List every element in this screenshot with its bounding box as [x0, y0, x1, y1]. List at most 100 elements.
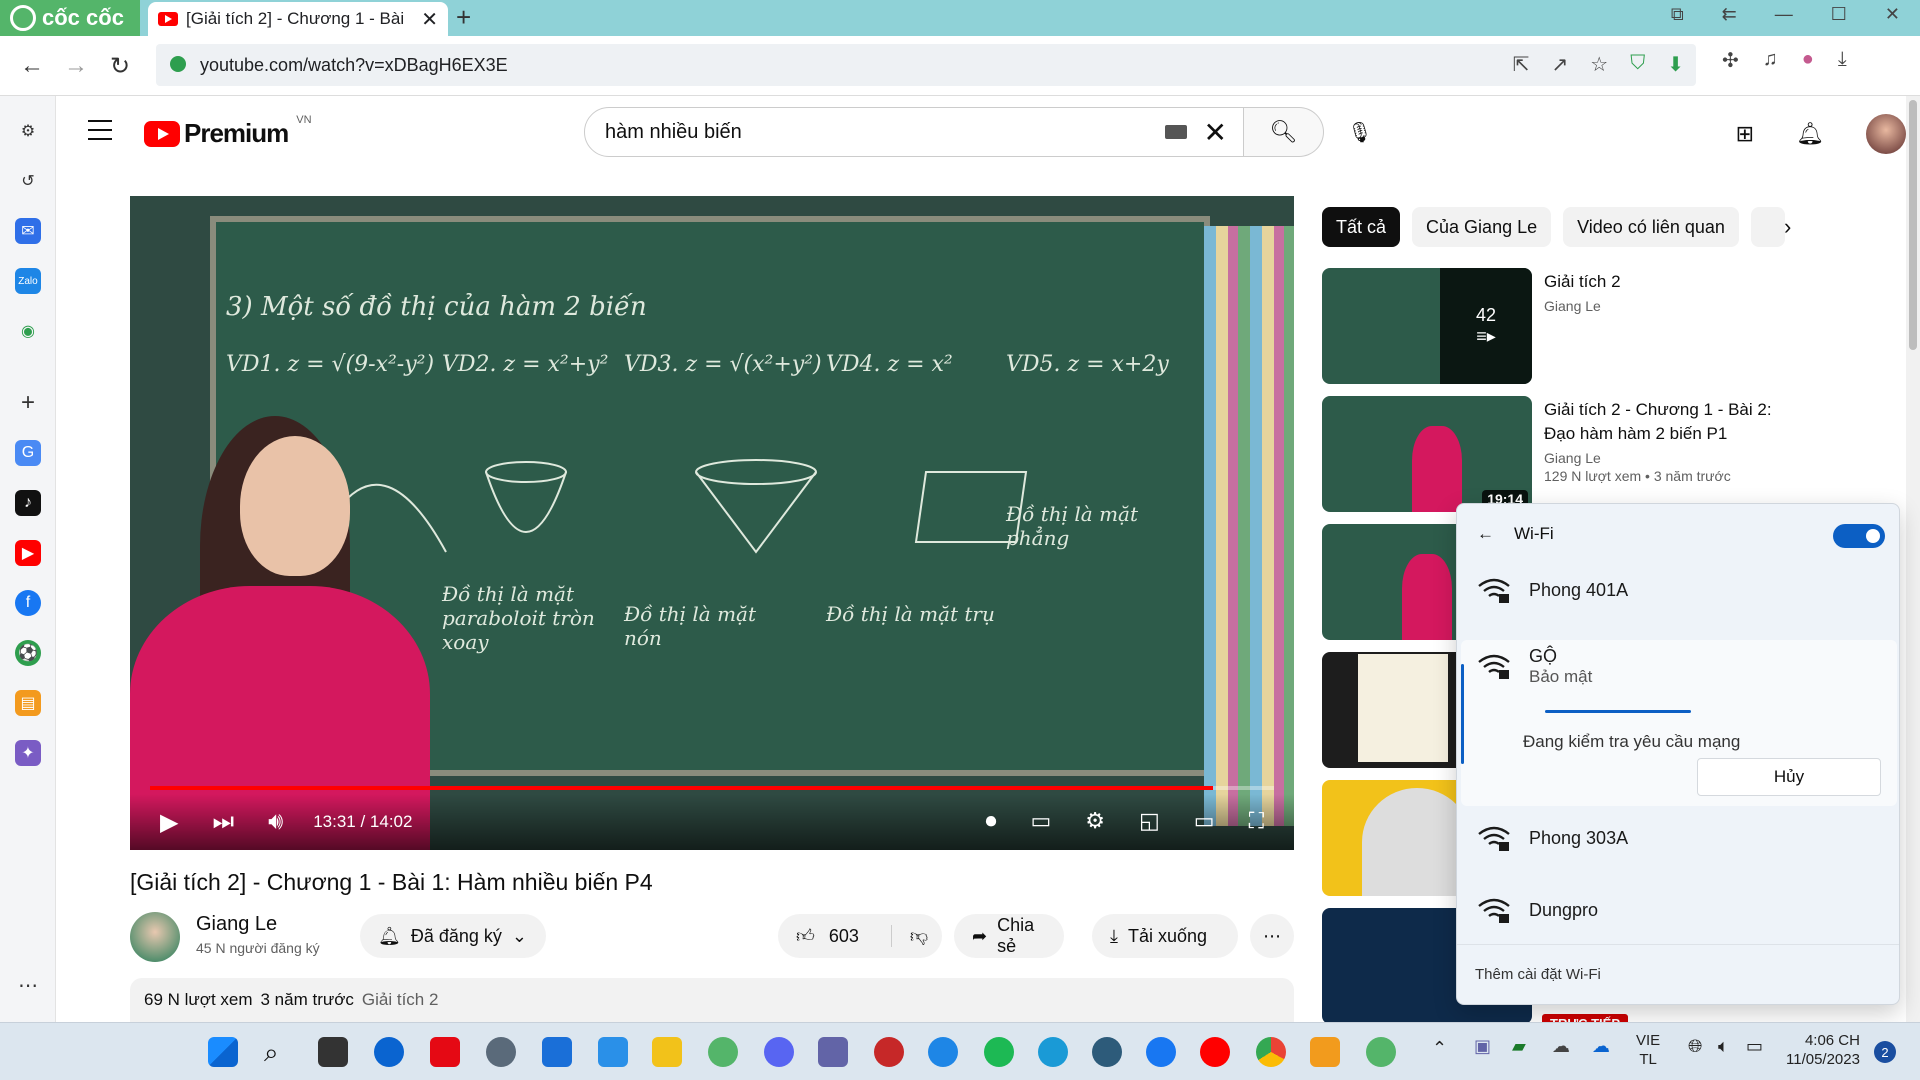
game-app-icon[interactable]: ✦ — [15, 740, 41, 766]
close-window-icon[interactable]: ✕ — [1885, 4, 1900, 25]
page-scrollbar[interactable] — [1906, 96, 1920, 1022]
scrollbar-thumb[interactable] — [1909, 100, 1917, 350]
facebook-taskbar-icon[interactable] — [1146, 1037, 1176, 1067]
recommendation-channel[interactable]: Giang Le — [1544, 450, 1804, 466]
recommendation-thumbnail[interactable]: 42 ≡▸ — [1322, 268, 1532, 384]
recommendation-title[interactable]: Giải tích 2 — [1544, 270, 1804, 294]
clear-search-icon[interactable]: ✕ — [1204, 116, 1227, 149]
chips-next-chevron-icon[interactable]: › — [1784, 214, 1791, 240]
secure-site-icon[interactable] — [170, 56, 186, 72]
channel-avatar[interactable] — [130, 912, 180, 962]
sublime-icon[interactable] — [1310, 1037, 1340, 1067]
subscribed-button[interactable]: 🔔︎ Đã đăng ký ⌄ — [360, 914, 546, 958]
start-windows-icon[interactable] — [208, 1037, 238, 1067]
cloud-tray-icon[interactable]: ☁ — [1552, 1037, 1570, 1056]
show-hidden-icons-chevron-icon[interactable]: ⌃ — [1432, 1039, 1447, 1058]
music-list-icon[interactable]: ♫ — [1763, 48, 1778, 73]
description-box[interactable]: 69 N lượt xem 3 năm trước Giải tích 2 — [130, 978, 1294, 1022]
autoplay-toggle-icon[interactable]: ⏺ — [985, 808, 996, 834]
game-controller-icon[interactable]: ◉ — [15, 318, 41, 344]
profile-avatar-icon[interactable]: ● — [1802, 48, 1814, 73]
playlist-tag[interactable]: Giải tích 2 — [362, 990, 439, 1010]
more-apps-icon[interactable]: ⋯ — [15, 972, 41, 998]
onedrive-icon[interactable] — [374, 1037, 404, 1067]
coccoc-menu-button[interactable]: cốc cốc — [0, 0, 140, 36]
more-wifi-settings-link[interactable]: Thêm cài đặt Wi-Fi — [1457, 944, 1899, 1004]
spotify-icon[interactable] — [984, 1037, 1014, 1067]
search-input[interactable]: hàm nhiều biến ✕ — [584, 107, 1244, 157]
save-video-icon[interactable]: ⬇ — [1667, 52, 1684, 77]
wifi-network-item[interactable]: Dungpro — [1477, 896, 1598, 924]
dislike-button[interactable]: 👎︎ — [890, 925, 928, 947]
devcpp-icon[interactable] — [874, 1037, 904, 1067]
football-icon[interactable]: ⚽ — [15, 640, 41, 666]
zalo-taskbar-icon[interactable] — [928, 1037, 958, 1067]
teams-icon[interactable] — [818, 1037, 848, 1067]
settings-taskbar-icon[interactable] — [486, 1037, 516, 1067]
chip-related[interactable]: Video có liên quan — [1563, 207, 1739, 247]
downloads-icon[interactable]: ⤓ — [1838, 48, 1847, 73]
search-button[interactable]: 🔍︎ — [1244, 107, 1324, 157]
photos-icon[interactable] — [598, 1037, 628, 1067]
miniplayer-icon[interactable]: ◱ — [1139, 808, 1160, 834]
back-history-icon[interactable]: ⇇ — [1722, 4, 1737, 25]
notification-badge[interactable]: 2 — [1874, 1041, 1896, 1063]
browser-tab[interactable]: [Giải tích 2] - Chương 1 - Bài ✕ — [148, 2, 448, 36]
account-avatar[interactable] — [1866, 114, 1906, 154]
play-icon[interactable]: ▶ — [160, 808, 178, 837]
address-bar[interactable]: youtube.com/watch?v=xDBagH6EX3E ⇱ ↗ ☆ ⛉ … — [156, 44, 1696, 86]
recommendation-thumbnail[interactable]: 19:14 — [1322, 396, 1532, 512]
tiktok-icon[interactable]: ♪ — [15, 490, 41, 516]
share-icon[interactable]: ↗ — [1552, 52, 1569, 77]
battery-icon[interactable]: ▭ — [1746, 1037, 1763, 1056]
next-video-icon[interactable]: ⏭ — [212, 808, 234, 836]
channel-name[interactable]: Giang Le — [196, 913, 277, 936]
like-button[interactable]: 👍︎ — [796, 925, 815, 947]
teams-tray-icon[interactable]: ▣ — [1474, 1037, 1491, 1056]
coccoc-active-icon[interactable] — [1366, 1037, 1396, 1067]
create-video-icon[interactable]: ⊞ — [1736, 121, 1754, 147]
wifi-toggle[interactable] — [1833, 524, 1885, 548]
netflix-icon[interactable] — [430, 1037, 460, 1067]
store-icon[interactable] — [542, 1037, 572, 1067]
volume-icon[interactable]: 🔊︎ — [268, 808, 283, 836]
youtube-premium-logo[interactable]: Premium VN — [144, 114, 312, 149]
euro-app-icon[interactable] — [1092, 1037, 1122, 1067]
history-icon[interactable]: ↺ — [15, 168, 41, 194]
theater-mode-icon[interactable]: ▭ — [1194, 808, 1215, 834]
settings-hd-icon[interactable]: ⚙ — [1085, 808, 1105, 834]
extensions-puzzle-icon[interactable]: ✣ — [1722, 48, 1739, 73]
search-taskbar-icon[interactable]: ⌕ — [264, 1037, 294, 1067]
video-progress-bar[interactable] — [150, 786, 1274, 790]
recommendation-item[interactable]: 19:14 Giải tích 2 - Chương 1 - Bài 2: Đạ… — [1322, 396, 1882, 512]
bookmark-star-icon[interactable]: ☆ — [1590, 52, 1608, 77]
facebook-icon[interactable]: f — [15, 590, 41, 616]
messenger-icon[interactable]: ✉ — [15, 218, 41, 244]
minimize-icon[interactable]: — — [1775, 4, 1793, 25]
back-arrow-icon[interactable]: ← — [1477, 524, 1494, 544]
translate-icon[interactable]: G — [15, 440, 41, 466]
open-external-icon[interactable]: ⇱ — [1513, 52, 1530, 77]
more-actions-button[interactable]: ⋯ — [1250, 914, 1294, 958]
add-sidebar-app-icon[interactable]: + — [15, 389, 41, 416]
screenshot-icon[interactable]: ⧉ — [1671, 4, 1684, 25]
subtitles-icon[interactable]: ▭ — [1030, 808, 1051, 834]
voice-search-button[interactable]: 🎙︎ — [1340, 112, 1380, 152]
recommendation-channel[interactable]: Giang Le — [1544, 298, 1804, 314]
discord-icon[interactable] — [764, 1037, 794, 1067]
wifi-network-item[interactable]: Phong 303A — [1477, 824, 1628, 852]
forward-arrow-icon[interactable]: → — [64, 52, 88, 80]
notifications-bell-icon[interactable]: 🔔︎ — [1796, 121, 1824, 147]
onedrive-tray-icon[interactable]: ☁ — [1592, 1037, 1610, 1056]
back-arrow-icon[interactable]: ← — [20, 52, 44, 80]
tab-close-icon[interactable]: ✕ — [421, 7, 438, 32]
new-tab-button[interactable]: + — [456, 2, 471, 33]
wifi-network-item[interactable]: Phong 401A — [1477, 576, 1628, 604]
clock[interactable]: 4:06 CH 11/05/2023 — [1786, 1031, 1860, 1069]
adblock-icon[interactable]: ⛉ — [1630, 52, 1645, 77]
coccoc-taskbar-icon[interactable] — [708, 1037, 738, 1067]
cancel-button[interactable]: Hủy — [1697, 758, 1881, 796]
chip-truncated[interactable] — [1750, 207, 1785, 247]
recommendation-item[interactable]: 42 ≡▸ Giải tích 2 Giang Le — [1322, 268, 1882, 384]
nvidia-tray-icon[interactable]: ▰ — [1512, 1037, 1526, 1056]
